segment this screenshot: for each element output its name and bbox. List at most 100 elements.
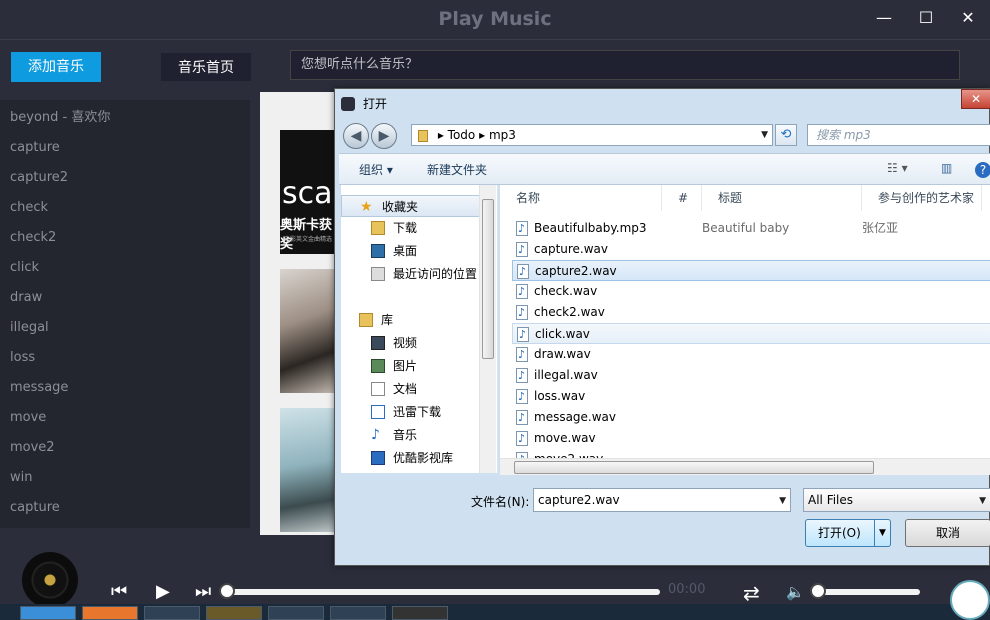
nav-recent-places[interactable]: 最近访问的位置: [341, 263, 491, 285]
file-row[interactable]: Beautifulbaby.mp3 Beautiful baby 张亿亚: [512, 218, 990, 239]
playlist-item[interactable]: capture2: [0, 160, 250, 190]
nav-youku[interactable]: 优酷影视库: [341, 447, 481, 469]
playlist-item[interactable]: win: [0, 460, 250, 490]
file-row[interactable]: illegal.wav: [512, 365, 990, 386]
chevron-down-icon[interactable]: ▼: [761, 125, 768, 145]
document-icon: [371, 382, 385, 396]
taskbar-app-icon[interactable]: [20, 606, 76, 620]
playlist-item[interactable]: check: [0, 190, 250, 220]
playlist-item[interactable]: draw: [0, 280, 250, 310]
audio-file-icon: [516, 218, 528, 239]
picture-icon: [371, 359, 385, 373]
column-header-name[interactable]: 名称: [500, 185, 662, 211]
file-row-hover[interactable]: click.wav: [512, 323, 990, 345]
file-row[interactable]: draw.wav: [512, 344, 990, 365]
taskbar-app-icon[interactable]: [82, 606, 138, 620]
nav-label: 下载: [393, 221, 418, 235]
navigation-scrollbar[interactable]: [479, 185, 496, 473]
nav-libraries[interactable]: 库: [341, 309, 481, 331]
breadcrumb-item[interactable]: Todo: [448, 128, 476, 142]
refresh-button[interactable]: ⟲: [775, 124, 797, 146]
youku-icon: [371, 451, 385, 465]
file-row[interactable]: check.wav: [512, 281, 990, 302]
playlist-item[interactable]: move2: [0, 430, 250, 460]
file-row[interactable]: message.wav: [512, 407, 990, 428]
playlist-item[interactable]: click: [0, 250, 250, 280]
music-home-button[interactable]: 音乐首页: [160, 52, 252, 82]
minimize-button[interactable]: —: [872, 8, 896, 28]
playlist-item[interactable]: check2: [0, 220, 250, 250]
nav-xunlei[interactable]: 迅雷下载: [341, 401, 481, 423]
file-list-scrollbar[interactable]: [500, 458, 990, 475]
playlist-item[interactable]: beyond - 喜欢你: [0, 100, 250, 130]
forward-button[interactable]: ▶: [371, 123, 397, 149]
play-button[interactable]: ▶: [156, 581, 170, 602]
back-button[interactable]: ◀: [343, 123, 369, 149]
file-row[interactable]: loss.wav: [512, 386, 990, 407]
file-name: capture2.wav: [535, 264, 617, 278]
chevron-down-icon[interactable]: ▼: [979, 490, 986, 512]
file-row[interactable]: move.wav: [512, 428, 990, 449]
close-button[interactable]: ✕: [956, 8, 980, 28]
nav-pictures[interactable]: 图片: [341, 355, 481, 377]
column-header-number[interactable]: #: [662, 185, 702, 211]
breadcrumb-item[interactable]: mp3: [489, 128, 516, 142]
column-header-album[interactable]: 唱: [982, 185, 990, 211]
previous-button[interactable]: ⏮: [111, 581, 127, 602]
column-header-artist[interactable]: 参与创作的艺术家: [862, 185, 982, 211]
nav-videos[interactable]: 视频: [341, 332, 481, 354]
volume-icon[interactable]: 🔈: [786, 583, 805, 601]
add-music-button[interactable]: 添加音乐: [11, 52, 101, 82]
taskbar-app-icon[interactable]: [206, 606, 262, 620]
nav-documents[interactable]: 文档: [341, 378, 481, 400]
music-search-input[interactable]: 您想听点什么音乐？: [290, 50, 960, 80]
preview-pane-icon[interactable]: ▥: [941, 161, 952, 175]
scrollbar-thumb[interactable]: [482, 199, 494, 359]
shuffle-button[interactable]: ⇄: [743, 581, 760, 605]
file-name: draw.wav: [534, 347, 591, 361]
scrollbar-thumb[interactable]: [514, 461, 874, 474]
album-cover[interactable]: [280, 269, 340, 393]
maximize-button[interactable]: ☐: [914, 8, 938, 28]
music-icon: ♪: [371, 427, 380, 443]
album-cover[interactable]: [280, 408, 340, 532]
view-options-icon[interactable]: ☷ ▾: [887, 161, 908, 175]
album-cover[interactable]: sca 奥斯卡获奖 电影英文金曲精选: [280, 130, 340, 254]
next-button[interactable]: ⏭: [195, 581, 211, 602]
nav-music[interactable]: ♪ 音乐: [341, 424, 481, 446]
address-bar[interactable]: ▸ Todo ▸ mp3 ▼: [411, 124, 773, 146]
nav-downloads[interactable]: 下载: [341, 217, 481, 239]
taskbar-app-icon[interactable]: [144, 606, 200, 620]
playlist-item[interactable]: loss: [0, 340, 250, 370]
open-button[interactable]: 打开(O) ▼: [805, 519, 891, 547]
playlist-item[interactable]: message: [0, 370, 250, 400]
file-row[interactable]: check2.wav: [512, 302, 990, 323]
nav-favorites[interactable]: ★ 收藏夹: [341, 195, 481, 217]
playlist-item[interactable]: illegal: [0, 310, 250, 340]
taskbar-app-icon[interactable]: [268, 606, 324, 620]
playlist-item[interactable]: move: [0, 400, 250, 430]
file-row[interactable]: capture.wav: [512, 239, 990, 260]
playlist-item[interactable]: capture: [0, 490, 250, 520]
progress-knob[interactable]: [219, 583, 235, 599]
column-header-title[interactable]: 标题: [702, 185, 862, 211]
chevron-down-icon[interactable]: ▼: [874, 520, 890, 546]
organize-button[interactable]: 组织 ▾: [359, 161, 393, 178]
dialog-close-button[interactable]: ✕: [961, 89, 990, 109]
help-icon[interactable]: ?: [975, 162, 990, 178]
cancel-button[interactable]: 取消: [905, 519, 990, 547]
progress-track[interactable]: [226, 589, 660, 595]
new-folder-button[interactable]: 新建文件夹: [427, 161, 487, 178]
volume-knob[interactable]: [810, 583, 826, 599]
dialog-search-input[interactable]: 搜索 mp3: [807, 124, 990, 146]
filename-input[interactable]: capture2.wav ▼: [533, 488, 791, 512]
playlist-item[interactable]: capture: [0, 130, 250, 160]
audio-file-icon: [516, 365, 528, 386]
file-type-select[interactable]: All Files ▼: [803, 488, 990, 512]
nav-desktop[interactable]: 桌面: [341, 240, 481, 262]
taskbar-app-icon[interactable]: [330, 606, 386, 620]
chevron-down-icon[interactable]: ▼: [779, 490, 786, 512]
volume-track[interactable]: [818, 589, 920, 595]
file-row-selected[interactable]: capture2.wav: [512, 260, 990, 282]
taskbar-app-icon[interactable]: [392, 606, 448, 620]
